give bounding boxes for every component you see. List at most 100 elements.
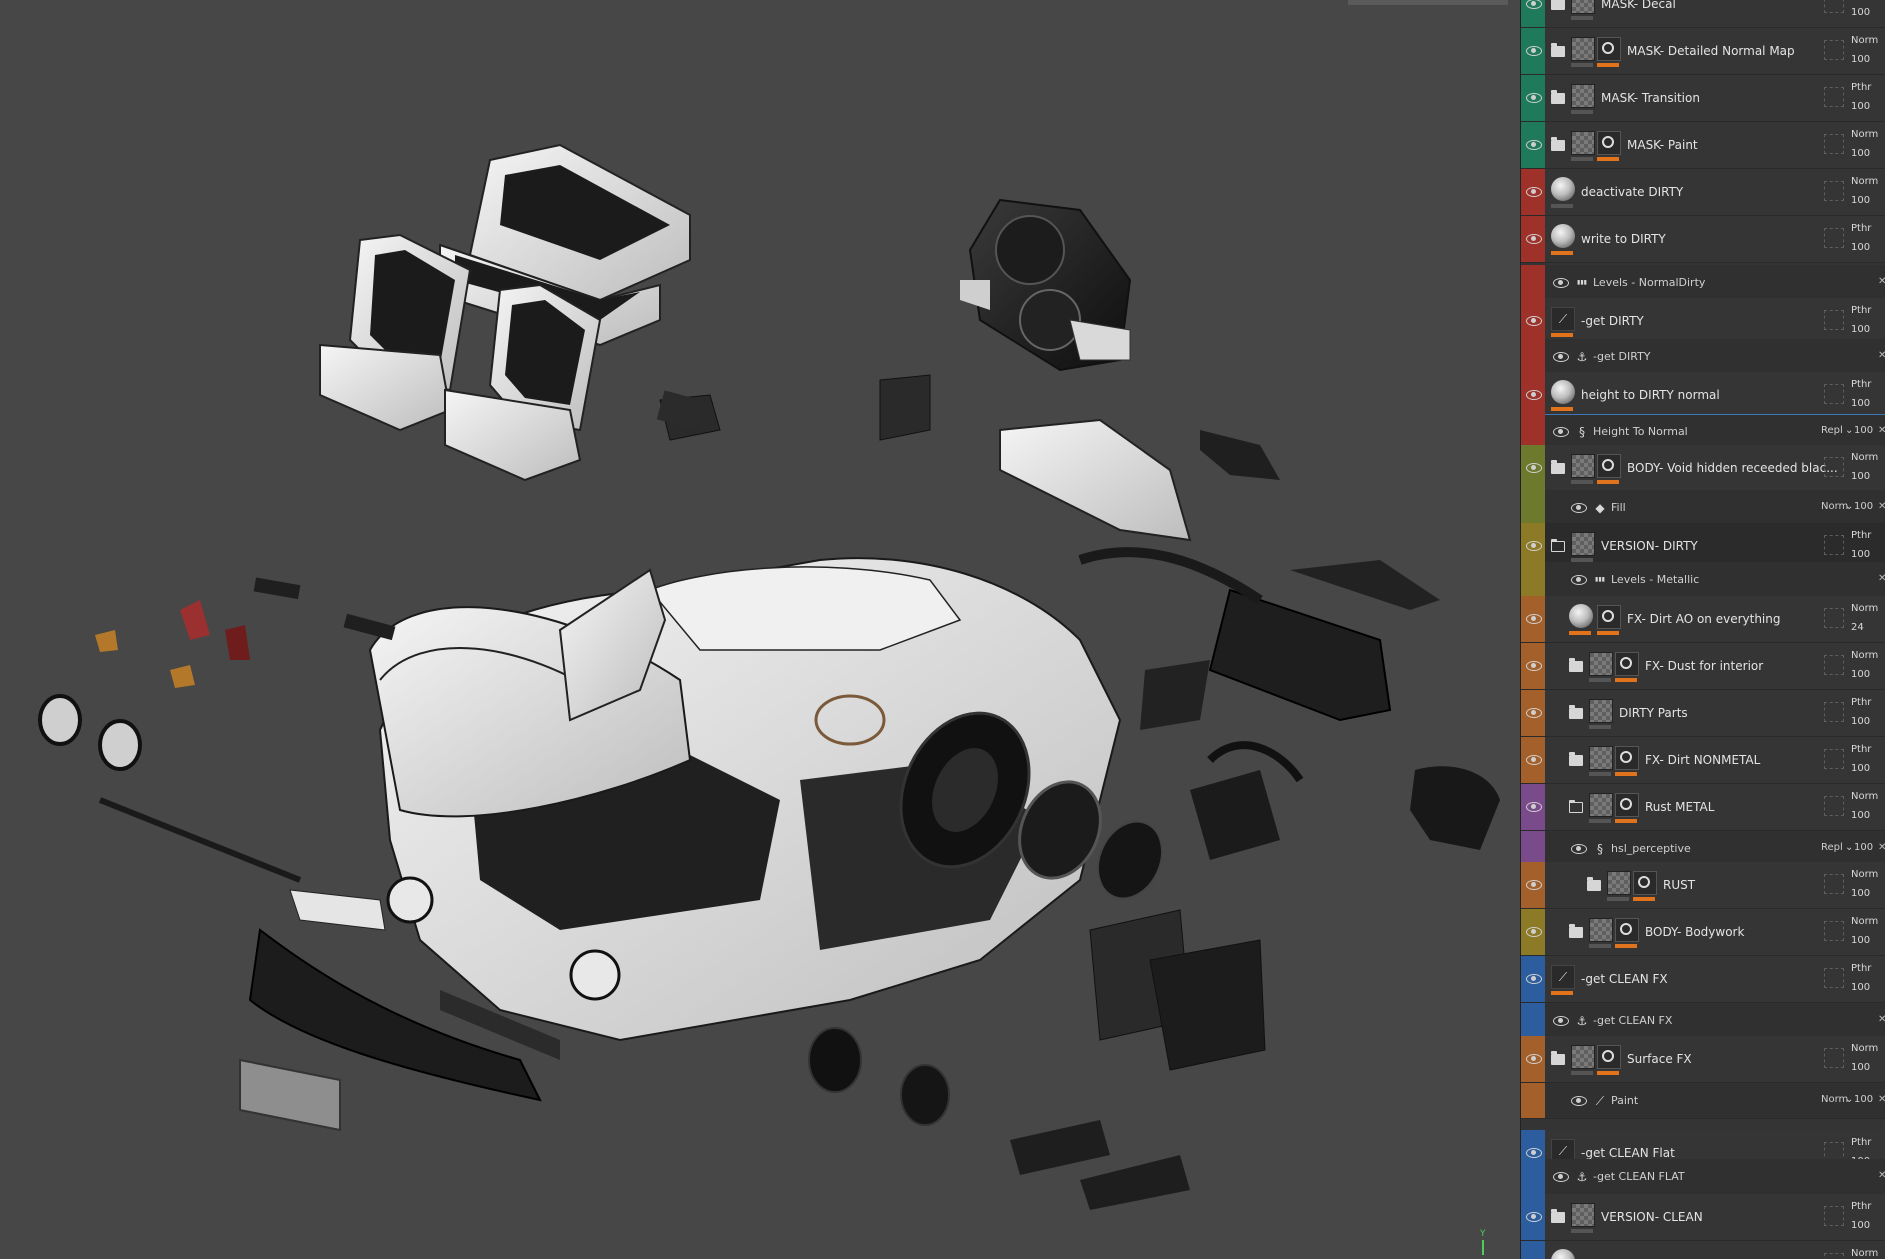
visibility-eye-icon[interactable] [1571, 1095, 1587, 1106]
layer-opacity-mask-slot[interactable] [1824, 535, 1844, 555]
close-icon[interactable]: ✕ [1878, 842, 1885, 853]
layer-row[interactable]: BODY- Bodywork Norm 100 [1521, 909, 1885, 956]
opacity-value[interactable]: 100 [1851, 148, 1870, 159]
layer-row[interactable]: DIRTY Parts Pthr 100 [1521, 690, 1885, 737]
opacity-value[interactable]: 100 [1851, 810, 1870, 821]
layer-opacity-mask-slot[interactable] [1824, 702, 1844, 722]
layer-row[interactable]: ⟋ -get DIRTY Pthr 100 [1521, 298, 1885, 345]
opacity-value[interactable]: 100 [1851, 935, 1870, 946]
visibility-eye-icon[interactable] [1526, 661, 1542, 671]
close-icon[interactable]: ✕ [1878, 501, 1885, 512]
folder-icon[interactable] [1551, 0, 1565, 10]
blend-mode-dropdown[interactable]: Pthr [1851, 1137, 1871, 1148]
layer-opacity-mask-slot[interactable] [1824, 1206, 1844, 1226]
close-icon[interactable]: ✕ [1878, 276, 1885, 287]
visibility-eye-icon[interactable] [1526, 46, 1542, 56]
sub-layer-row[interactable]: ⚓ -get CLEAN FX ✕ [1521, 1003, 1885, 1039]
blend-mode-dropdown[interactable]: Norm [1851, 129, 1878, 140]
blend-mode-dropdown[interactable]: Pthr [1851, 744, 1871, 755]
layer-row[interactable]: BODY- Void hidden receeded blac... Norm 10… [1521, 445, 1885, 492]
visibility-eye-icon[interactable] [1526, 316, 1542, 326]
blend-mode-dropdown[interactable]: Pthr [1851, 379, 1871, 390]
visibility-eye-icon[interactable] [1526, 1054, 1542, 1064]
opacity-value[interactable]: 100 [1851, 324, 1870, 335]
sub-layer-row[interactable]: ▮▮▮ Levels - NormalDirty ✕ [1521, 265, 1885, 301]
blend-mode-dropdown[interactable]: Norm [1851, 650, 1878, 661]
visibility-eye-icon[interactable] [1526, 390, 1542, 400]
layer-opacity-mask-slot[interactable] [1824, 968, 1844, 988]
blend-mode-dropdown[interactable]: Norm [1851, 452, 1878, 463]
opacity-value[interactable]: 100 [1851, 101, 1870, 112]
blend-mode-dropdown[interactable]: Norm [1851, 791, 1878, 802]
layer-opacity-mask-slot[interactable] [1824, 228, 1844, 248]
folder-icon[interactable] [1551, 460, 1565, 474]
opacity-value[interactable]: 100 [1851, 549, 1870, 560]
layer-row[interactable]: MASK- Transition Pthr 100 [1521, 75, 1885, 122]
folder-open-icon[interactable] [1551, 539, 1565, 552]
sub-layer-row[interactable]: ▮▮▮ Levels - Metallic ✕ [1521, 562, 1885, 598]
layer-row[interactable]: MASK- Detailed Normal Map Norm 100 [1521, 28, 1885, 75]
visibility-eye-icon[interactable] [1526, 463, 1542, 473]
visibility-eye-icon[interactable] [1526, 140, 1542, 150]
visibility-eye-icon[interactable] [1526, 614, 1542, 624]
visibility-eye-icon[interactable] [1553, 351, 1569, 362]
visibility-eye-icon[interactable] [1526, 880, 1542, 890]
opacity-value[interactable]: 100 [1851, 471, 1870, 482]
opacity-value[interactable]: 100 [1851, 398, 1870, 409]
blend-mode-dropdown[interactable]: Pthr [1851, 963, 1871, 974]
layer-opacity-mask-slot[interactable] [1824, 40, 1844, 60]
folder-icon[interactable] [1551, 137, 1565, 151]
blend-mode-dropdown[interactable]: Norm [1851, 1248, 1878, 1259]
sub-layer-row[interactable]: ⟋PaintNorm⌄100✕ [1521, 1083, 1885, 1119]
layer-opacity-mask-slot[interactable] [1824, 796, 1844, 816]
layer-row[interactable]: deactivate DIRTY Norm 100 [1521, 169, 1885, 216]
layer-opacity-mask-slot[interactable] [1824, 1048, 1844, 1068]
folder-icon[interactable] [1569, 658, 1583, 672]
layer-row[interactable]: FX- Dirt NONMETAL Pthr 100 [1521, 737, 1885, 784]
blend-mode-dropdown[interactable]: Pthr [1851, 697, 1871, 708]
layer-opacity-mask-slot[interactable] [1824, 181, 1844, 201]
opacity-value[interactable]: 100 [1851, 982, 1870, 993]
visibility-eye-icon[interactable] [1526, 1212, 1542, 1222]
visibility-eye-icon[interactable] [1526, 802, 1542, 812]
chevron-down-icon[interactable]: ⌄ [1845, 501, 1853, 512]
blend-mode-dropdown[interactable]: Norm [1851, 869, 1878, 880]
opacity-value[interactable]: 100 [1851, 763, 1870, 774]
folder-icon[interactable] [1569, 752, 1583, 766]
close-icon[interactable]: ✕ [1878, 1014, 1885, 1025]
opacity-value[interactable]: 100 [1851, 7, 1870, 18]
layer-opacity-mask-slot[interactable] [1824, 608, 1844, 628]
layer-opacity-mask-slot[interactable] [1824, 921, 1844, 941]
opacity-value[interactable]: 100 [1851, 1062, 1870, 1073]
chevron-down-icon[interactable]: ⌄ [1845, 1094, 1853, 1105]
opacity-value[interactable]: 100 [1851, 195, 1870, 206]
layer-row[interactable]: height to DIRTY normal Pthr 100 [1521, 372, 1885, 419]
layer-opacity-mask-slot[interactable] [1824, 87, 1844, 107]
opacity-value[interactable]: 100 [1851, 1220, 1870, 1231]
blend-mode-dropdown[interactable]: Pthr [1851, 223, 1871, 234]
visibility-eye-icon[interactable] [1553, 1171, 1569, 1182]
layer-opacity-mask-slot[interactable] [1824, 310, 1844, 330]
layer-opacity-mask-slot[interactable] [1824, 749, 1844, 769]
visibility-eye-icon[interactable] [1526, 541, 1542, 551]
visibility-eye-icon[interactable] [1553, 1015, 1569, 1026]
folder-icon[interactable] [1569, 924, 1583, 938]
layer-row[interactable]: SETUPNorm100 [1521, 1241, 1885, 1259]
folder-icon[interactable] [1587, 877, 1601, 891]
3d-viewport[interactable]: Y [0, 0, 1520, 1259]
opacity-value[interactable]: 100 [1854, 425, 1873, 436]
layer-row[interactable]: Rust METAL Norm 100 [1521, 784, 1885, 831]
layer-row[interactable]: RUST Norm 100 [1521, 862, 1885, 909]
visibility-eye-icon[interactable] [1526, 974, 1542, 984]
close-icon[interactable]: ✕ [1878, 425, 1885, 436]
blend-mode-dropdown[interactable]: Norm [1851, 176, 1878, 187]
blend-mode-dropdown[interactable]: Pthr [1851, 82, 1871, 93]
blend-mode-dropdown[interactable]: Norm [1851, 603, 1878, 614]
chevron-down-icon[interactable]: ⌄ [1845, 425, 1853, 436]
sub-layer-row[interactable]: ⚓ -get DIRTY ✕ [1521, 339, 1885, 375]
folder-icon[interactable] [1569, 705, 1583, 719]
layer-opacity-mask-slot[interactable] [1824, 655, 1844, 675]
layer-row[interactable]: MASK- Decal 100 [1521, 0, 1885, 28]
layer-opacity-mask-slot[interactable] [1824, 0, 1844, 13]
visibility-eye-icon[interactable] [1571, 574, 1587, 585]
